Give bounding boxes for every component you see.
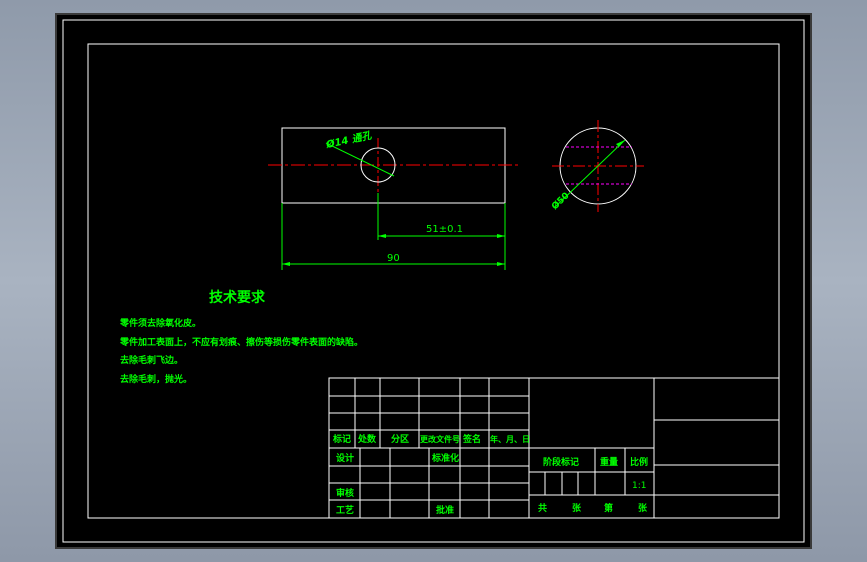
tech-req-title: 技术要求 [209,289,266,306]
rev-header: 标记 [332,433,351,445]
sheet-label: 张 [572,502,582,514]
dim-length-text: 90 [387,253,400,264]
rev-header: 更改文件号 [420,434,460,444]
scale-label: 比例 [630,456,648,468]
rev-header: 签名 [462,433,481,445]
rev-header: 处数 [357,433,377,445]
weight-label: 重量 [600,456,618,468]
review-label: 审核 [336,487,354,499]
sheet-total-label: 共 [538,502,547,514]
approve-label: 批准 [436,504,454,516]
tech-req-line: 去除毛刺，抛光。 [120,373,192,385]
tech-req-line: 零件须去除氧化皮。 [119,317,201,329]
process-label: 工艺 [336,504,354,516]
dim-offset-text: 51±0.1 [426,224,463,235]
design-label: 设计 [336,452,354,464]
tech-req-line: 零件加工表面上，不应有划痕、擦伤等损伤零件表面的缺陷。 [119,336,363,348]
rev-header: 分区 [391,433,409,445]
rev-header: 年、月、日 [490,434,530,444]
scale-value: 1:1 [632,481,646,491]
stage-mark-label: 阶段标记 [543,456,579,468]
page-label: 第 [604,502,613,514]
sheet-label: 张 [638,502,648,514]
cad-drawing: Ø14 通孔 51±0.1 90 Ø50 技术要求 零件须去除氧化皮。 零件加工… [55,13,812,549]
drawing-sheet [55,13,812,549]
tech-req-line: 去除毛刺飞边。 [120,354,183,366]
standardize-label: 标准化 [431,452,459,464]
cad-viewport[interactable]: Ø14 通孔 51±0.1 90 Ø50 技术要求 零件须去除氧化皮。 零件加工… [0,0,867,562]
